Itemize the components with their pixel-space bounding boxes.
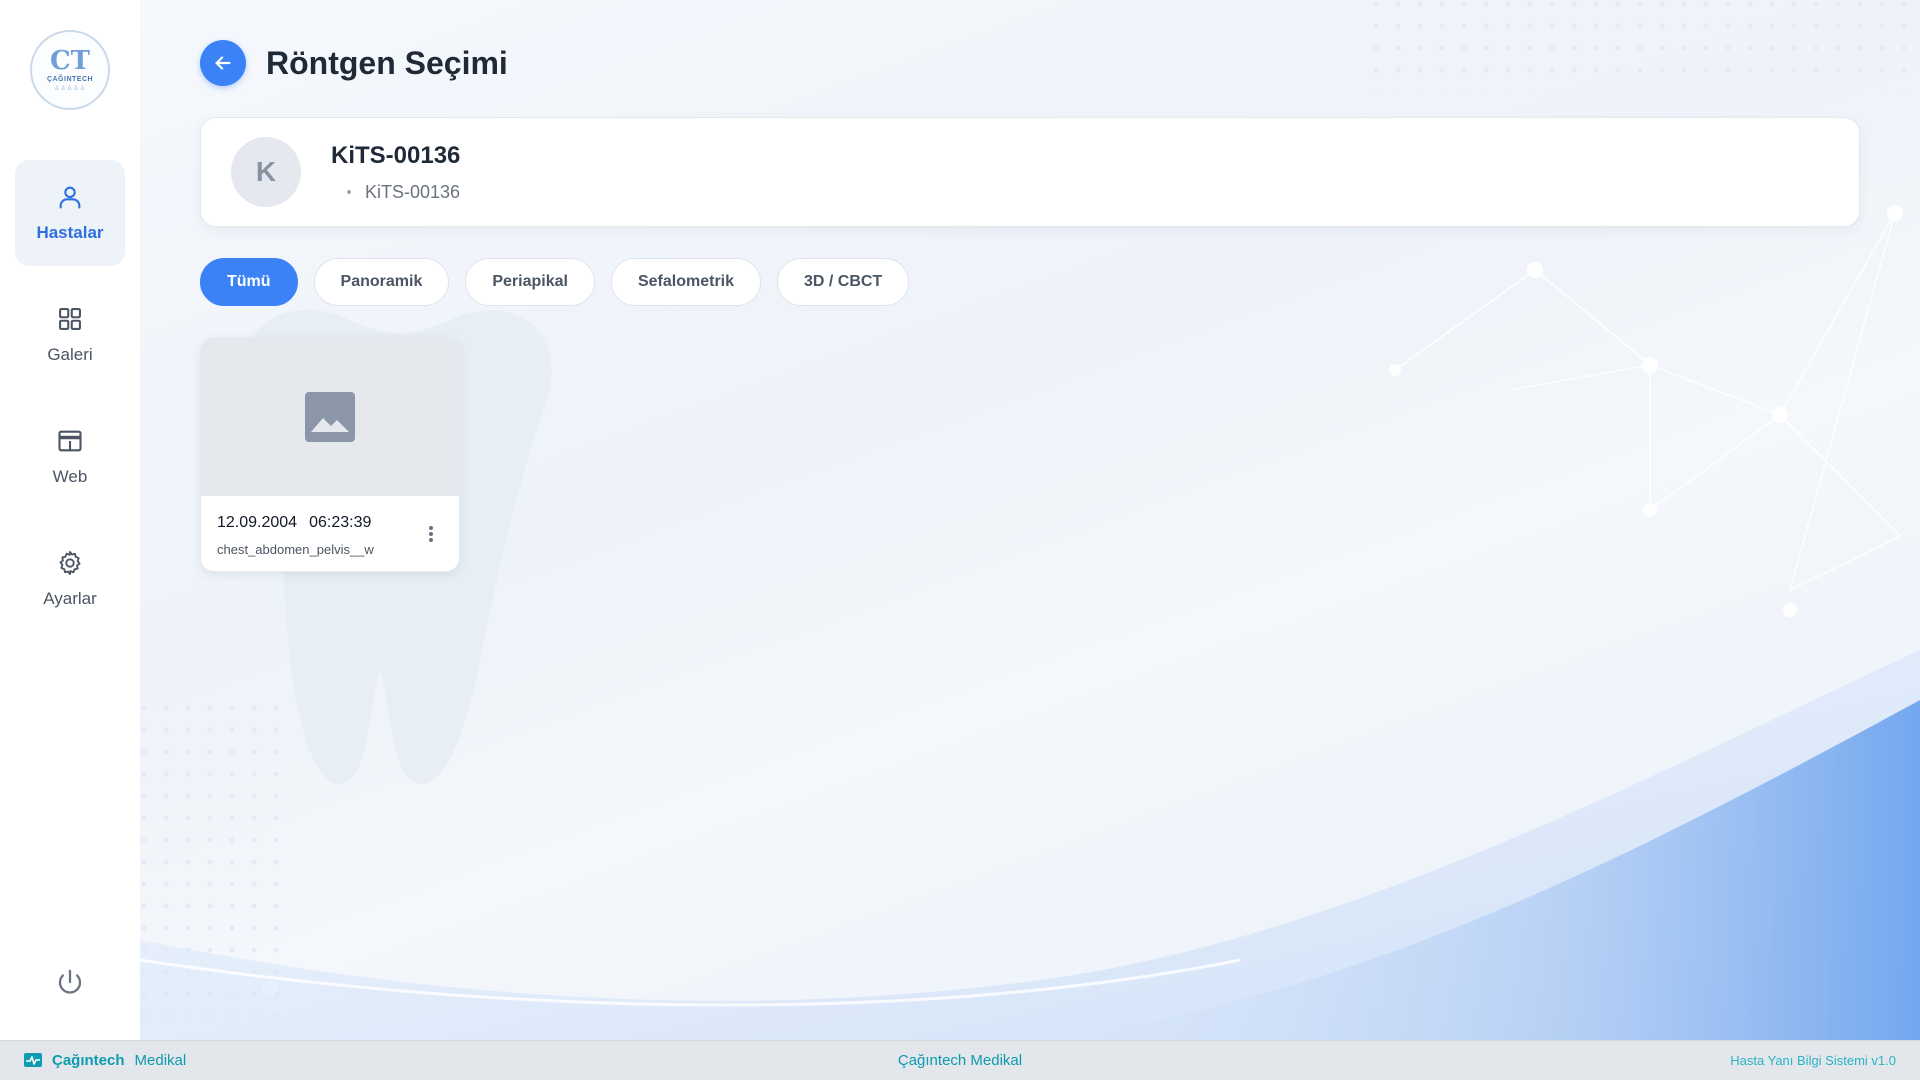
- xray-thumbnail: [201, 338, 459, 496]
- footer-brand: Çağıntech Medikal: [24, 1052, 186, 1069]
- patient-id-row: KiTS-00136: [331, 182, 460, 203]
- arrow-left-icon: [215, 56, 231, 70]
- sidebar-item-hastalar[interactable]: Hastalar: [15, 160, 125, 266]
- filter-tabs: Tümü Panoramik Periapikal Sefalometrik 3…: [200, 258, 910, 306]
- back-button[interactable]: [200, 40, 246, 86]
- main-content: Röntgen Seçimi K KiTS-00136 KiTS-00136 T…: [140, 0, 1920, 1040]
- bullet-icon: [347, 190, 351, 194]
- footer-center-text: Çağıntech Medikal: [897, 1052, 1023, 1069]
- page-title: Röntgen Seçimi: [266, 44, 508, 81]
- more-vertical-icon: [429, 526, 433, 542]
- sidebar: CT ÇAĞINTECH ♙♙♙♙♙ Hastalar Galeri Web A…: [0, 0, 140, 1040]
- logo-people-icon: ♙♙♙♙♙: [54, 86, 86, 92]
- xray-datetime: 12.09.2004 06:23:39: [217, 514, 443, 532]
- xray-time: 06:23:39: [309, 514, 372, 531]
- patient-id: KiTS-00136: [365, 181, 461, 202]
- sidebar-item-label: Galeri: [47, 345, 93, 364]
- gear-icon: [59, 550, 81, 576]
- image-placeholder-icon: [305, 392, 355, 442]
- power-icon: [58, 969, 82, 994]
- filter-3d-cbct[interactable]: 3D / CBCT: [777, 258, 910, 306]
- patient-card: K KiTS-00136 KiTS-00136: [200, 117, 1860, 227]
- sidebar-item-label: Hastalar: [36, 223, 104, 242]
- sidebar-item-ayarlar[interactable]: Ayarlar: [15, 526, 125, 632]
- footer-brand-name: Çağıntech: [52, 1052, 125, 1069]
- logo-mark: CT: [49, 46, 91, 76]
- power-button[interactable]: [50, 962, 90, 1002]
- sidebar-item-web[interactable]: Web: [15, 404, 125, 510]
- monitor-pulse-icon: [24, 1052, 42, 1067]
- filter-sefalometrik[interactable]: Sefalometrik: [610, 258, 762, 306]
- patient-name: KiTS-00136: [331, 141, 461, 169]
- patient-info: KiTS-00136 KiTS-00136: [331, 142, 460, 203]
- xray-card[interactable]: 12.09.2004 06:23:39 chest_abdomen_pelvis_…: [200, 337, 460, 572]
- footer-brand-suffix: Medikal: [134, 1052, 187, 1069]
- xray-card-body: 12.09.2004 06:23:39 chest_abdomen_pelvis_…: [201, 496, 459, 557]
- xray-date: 12.09.2004: [217, 514, 298, 531]
- more-options-button[interactable]: [421, 522, 441, 546]
- browser-window-icon: [58, 430, 82, 452]
- xray-filename: chest_abdomen_pelvis__w: [217, 542, 374, 557]
- sidebar-item-label: Web: [52, 467, 88, 486]
- filter-panoramik[interactable]: Panoramik: [313, 258, 450, 306]
- company-logo: CT ÇAĞINTECH ♙♙♙♙♙: [30, 30, 110, 110]
- status-bar: Çağıntech Medikal Çağıntech Medikal Hasta…: [0, 1040, 1920, 1080]
- avatar: K: [231, 137, 301, 207]
- sidebar-item-label: Ayarlar: [43, 589, 97, 608]
- sidebar-nav: Hastalar Galeri Web Ayarlar: [15, 160, 125, 632]
- grid-icon: [59, 308, 81, 330]
- filter-periapikal[interactable]: Periapikal: [465, 258, 595, 306]
- logo-text: ÇAĞINTECH: [46, 76, 94, 83]
- page-header: Röntgen Seçimi: [200, 40, 508, 86]
- user-icon: [59, 186, 81, 209]
- filter-tumu[interactable]: Tümü: [200, 258, 298, 306]
- sidebar-item-galeri[interactable]: Galeri: [15, 282, 125, 388]
- footer-version: Hasta Yanı Bilgi Sistemi v1.0: [1730, 1053, 1896, 1068]
